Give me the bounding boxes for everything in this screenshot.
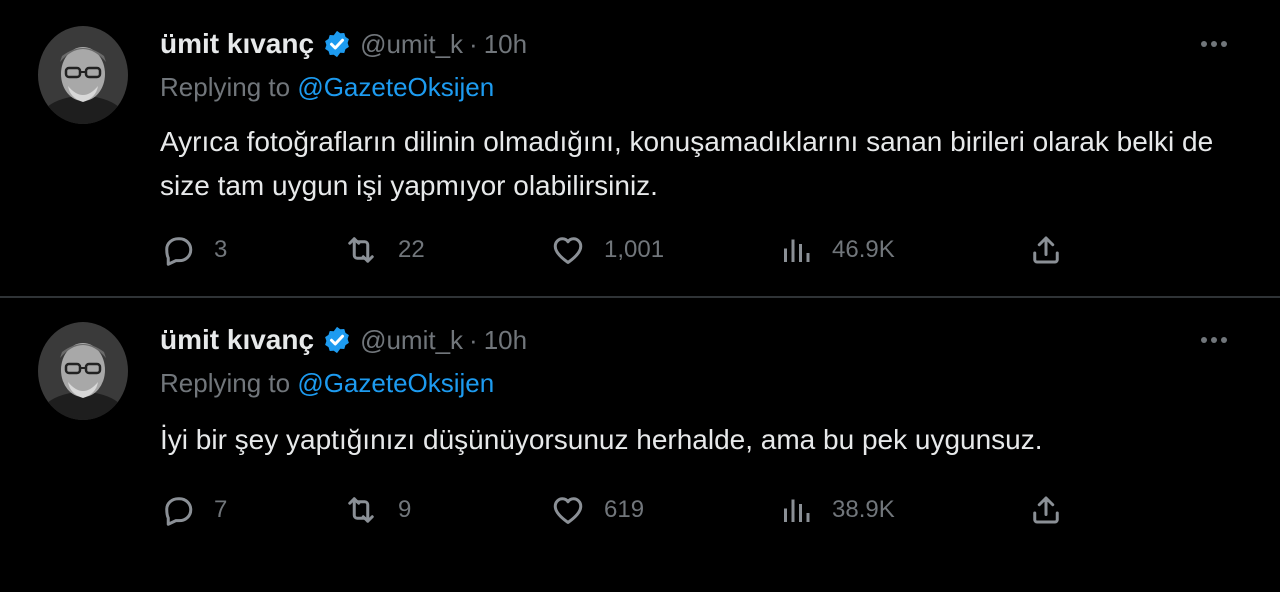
verified-badge-icon <box>322 325 352 355</box>
retweet-icon <box>348 497 374 523</box>
tweet-text: İyi bir şey yaptığınızı düşünüyorsunuz h… <box>160 424 1043 455</box>
reply-button[interactable]: 7 <box>160 492 227 528</box>
share-icon <box>1033 236 1059 264</box>
avatar[interactable] <box>38 322 128 420</box>
retweet-button[interactable]: 9 <box>342 492 411 528</box>
replying-to: Replying to @GazeteOksijen <box>160 368 494 399</box>
tweet[interactable]: ümit kıvanç @umit_k · 10h Replying to @G… <box>0 0 1280 296</box>
retweet-count: 22 <box>398 236 425 263</box>
tweet-header: ümit kıvanç @umit_k · 10h <box>160 322 527 358</box>
author-name[interactable]: ümit kıvanç <box>160 324 314 356</box>
tweet-text: Ayrıca fotoğrafların dilinin olmadığını,… <box>160 126 1214 201</box>
reply-icon <box>165 497 193 526</box>
retweet-button[interactable]: 22 <box>342 232 425 268</box>
reply-button[interactable]: 3 <box>160 232 227 268</box>
author-handle[interactable]: @umit_k <box>360 325 463 356</box>
tweet-time[interactable]: 10h <box>484 325 527 356</box>
tweet-time[interactable]: 10h <box>484 29 527 60</box>
author-handle[interactable]: @umit_k <box>360 29 463 60</box>
replying-to-link[interactable]: @GazeteOksijen <box>297 368 494 398</box>
avatar[interactable] <box>38 26 128 124</box>
verified-badge-icon <box>322 29 352 59</box>
reply-icon <box>165 237 193 266</box>
replying-to-link[interactable]: @GazeteOksijen <box>297 72 494 102</box>
views-count: 46.9K <box>832 236 895 263</box>
separator-dot: · <box>469 324 478 355</box>
more-options-icon[interactable] <box>1196 328 1232 352</box>
share-icon <box>1033 496 1059 524</box>
share-button[interactable] <box>1028 492 1064 528</box>
more-options-icon[interactable] <box>1196 32 1232 56</box>
heart-icon <box>553 237 583 264</box>
views-button[interactable]: 46.9K <box>778 232 895 268</box>
like-button[interactable]: 1,001 <box>550 232 664 268</box>
tweet-header: ümit kıvanç @umit_k · 10h <box>160 26 527 62</box>
reply-count: 3 <box>214 236 228 263</box>
retweet-count: 9 <box>398 496 412 523</box>
separator-dot: · <box>469 28 478 59</box>
replying-to-label: Replying to <box>160 72 291 102</box>
views-count: 38.9K <box>832 496 895 523</box>
replying-to-label: Replying to <box>160 368 291 398</box>
author-name[interactable]: ümit kıvanç <box>160 28 314 60</box>
like-count: 1,001 <box>604 236 665 263</box>
replying-to: Replying to @GazeteOksijen <box>160 72 494 103</box>
views-icon <box>784 499 810 522</box>
like-count: 619 <box>604 496 645 523</box>
reply-count: 7 <box>214 496 228 523</box>
like-button[interactable]: 619 <box>550 492 644 528</box>
views-icon <box>784 239 810 262</box>
share-button[interactable] <box>1028 232 1064 268</box>
tweet[interactable]: ümit kıvanç @umit_k · 10h Replying to @G… <box>0 296 1280 592</box>
views-button[interactable]: 38.9K <box>778 492 895 528</box>
heart-icon <box>553 497 583 524</box>
retweet-icon <box>348 237 374 263</box>
